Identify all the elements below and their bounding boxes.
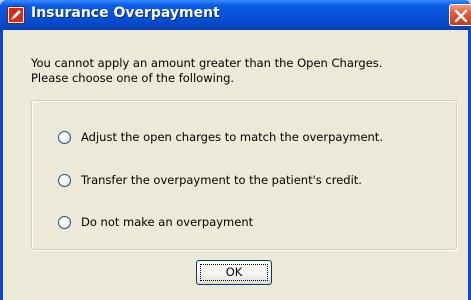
option-transfer-to-credit[interactable]: Transfer the overpayment to the patient'… bbox=[58, 172, 362, 188]
title-bar[interactable]: Insurance Overpayment bbox=[0, 0, 471, 30]
option-no-overpayment[interactable]: Do not make an overpayment bbox=[58, 214, 253, 230]
ok-button-label: OK bbox=[225, 265, 243, 279]
option-label: Adjust the open charges to match the ove… bbox=[81, 130, 383, 144]
ok-button[interactable]: OK bbox=[196, 260, 272, 285]
app-pencil-icon bbox=[7, 6, 25, 24]
close-button[interactable] bbox=[449, 4, 471, 26]
option-label: Do not make an overpayment bbox=[81, 215, 254, 229]
message-line-2: Please choose one of the following. bbox=[31, 71, 235, 85]
message-line-1: You cannot apply an amount greater than … bbox=[31, 56, 383, 70]
option-label: Transfer the overpayment to the patient'… bbox=[81, 173, 362, 187]
radio-button[interactable] bbox=[58, 215, 71, 229]
radio-button[interactable] bbox=[58, 130, 71, 144]
dialog-message: You cannot apply an amount greater than … bbox=[31, 56, 382, 86]
dialog-title: Insurance Overpayment bbox=[31, 5, 220, 21]
dialog-window: Insurance Overpayment You cannot apply a… bbox=[0, 0, 471, 300]
option-adjust-open-charges[interactable]: Adjust the open charges to match the ove… bbox=[58, 129, 383, 145]
radio-button[interactable] bbox=[58, 173, 71, 187]
close-icon bbox=[454, 9, 468, 23]
